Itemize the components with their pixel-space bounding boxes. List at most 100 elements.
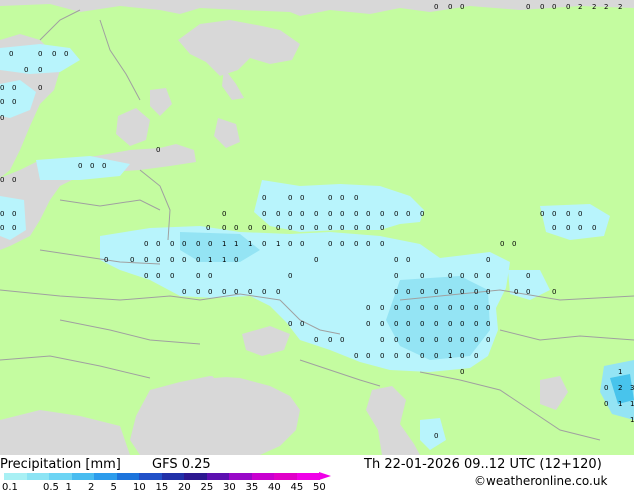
svg-text:0: 0: [314, 224, 318, 232]
svg-text:0: 0: [170, 256, 174, 264]
map-footer: Precipitation [mm] GFS 0.25 Th 22-01-202…: [0, 455, 634, 493]
svg-text:0: 0: [448, 3, 452, 11]
svg-text:0: 0: [434, 336, 438, 344]
svg-text:0: 0: [12, 224, 16, 232]
svg-text:0: 0: [566, 224, 570, 232]
svg-text:0: 0: [288, 272, 292, 280]
svg-text:0: 0: [604, 384, 608, 392]
svg-text:0: 0: [540, 210, 544, 218]
svg-text:0: 0: [328, 336, 332, 344]
legend-swatch: [161, 473, 185, 480]
svg-text:0: 0: [288, 194, 292, 202]
svg-text:0: 0: [262, 288, 266, 296]
svg-text:0: 0: [394, 304, 398, 312]
svg-text:0: 0: [222, 210, 226, 218]
svg-text:0: 0: [234, 224, 238, 232]
svg-text:0: 0: [486, 256, 490, 264]
svg-text:0: 0: [460, 352, 464, 360]
svg-text:0: 0: [366, 240, 370, 248]
svg-text:0: 0: [366, 224, 370, 232]
svg-text:0: 0: [340, 240, 344, 248]
legend-tick-label: 25: [200, 482, 214, 493]
legend-swatch: [116, 473, 140, 480]
svg-text:0: 0: [196, 288, 200, 296]
svg-text:0: 0: [420, 288, 424, 296]
legend-swatch: [139, 473, 162, 480]
svg-text:0: 0: [276, 224, 280, 232]
svg-text:0: 0: [38, 84, 42, 92]
svg-text:0: 0: [380, 320, 384, 328]
legend-tick-label: 0.1: [2, 482, 18, 493]
legend-swatch: [49, 473, 72, 480]
svg-text:0: 0: [406, 288, 410, 296]
svg-text:0: 0: [434, 304, 438, 312]
svg-text:1: 1: [222, 256, 226, 264]
svg-text:0: 0: [354, 224, 358, 232]
legend-swatch: [229, 473, 252, 480]
svg-text:0: 0: [434, 352, 438, 360]
svg-text:0: 0: [12, 176, 16, 184]
svg-text:0: 0: [196, 256, 200, 264]
svg-text:0: 0: [340, 224, 344, 232]
svg-text:0: 0: [0, 210, 4, 218]
svg-text:0: 0: [354, 352, 358, 360]
svg-text:0: 0: [328, 240, 332, 248]
svg-text:0: 0: [156, 146, 160, 154]
svg-text:0: 0: [434, 320, 438, 328]
svg-text:0: 0: [604, 400, 608, 408]
svg-text:0: 0: [486, 336, 490, 344]
svg-text:0: 0: [234, 256, 238, 264]
svg-text:0: 0: [552, 224, 556, 232]
svg-text:0: 0: [380, 336, 384, 344]
svg-text:0: 0: [394, 256, 398, 264]
svg-text:0: 0: [486, 320, 490, 328]
model-name: GFS 0.25: [152, 457, 211, 472]
svg-text:0: 0: [474, 272, 478, 280]
svg-text:0: 0: [354, 210, 358, 218]
svg-text:0: 0: [144, 240, 148, 248]
svg-text:0: 0: [366, 352, 370, 360]
svg-text:0: 0: [0, 84, 4, 92]
legend-swatch: [251, 473, 275, 480]
credit-link[interactable]: ©weatheronline.co.uk: [474, 474, 607, 488]
svg-text:0: 0: [104, 256, 108, 264]
svg-text:0: 0: [474, 288, 478, 296]
svg-text:0: 0: [182, 256, 186, 264]
svg-text:0: 0: [434, 288, 438, 296]
svg-text:0: 0: [208, 240, 212, 248]
svg-text:1: 1: [618, 400, 622, 408]
svg-text:1: 1: [618, 368, 622, 376]
legend-tick-label: 50: [313, 482, 326, 493]
svg-text:2: 2: [592, 3, 596, 11]
legend-tick-label: 15: [155, 482, 169, 493]
svg-text:0: 0: [448, 272, 452, 280]
svg-text:0: 0: [552, 210, 556, 218]
svg-text:0: 0: [64, 50, 68, 58]
svg-text:0: 0: [526, 288, 530, 296]
svg-text:0: 0: [0, 114, 4, 122]
legend-tick-label: 35: [245, 482, 259, 493]
svg-text:0: 0: [526, 3, 530, 11]
svg-text:1: 1: [276, 240, 280, 248]
svg-text:0: 0: [12, 210, 16, 218]
svg-text:0: 0: [366, 210, 370, 218]
svg-text:1: 1: [222, 240, 226, 248]
svg-text:0: 0: [300, 240, 304, 248]
svg-text:0: 0: [288, 224, 292, 232]
svg-text:0: 0: [170, 272, 174, 280]
svg-text:0: 0: [328, 224, 332, 232]
legend-swatch: [94, 473, 117, 480]
legend-swatch: [206, 473, 230, 480]
svg-text:0: 0: [340, 210, 344, 218]
svg-text:0: 0: [474, 320, 478, 328]
svg-text:0: 0: [0, 224, 4, 232]
svg-text:0: 0: [234, 288, 238, 296]
legend-swatch: [26, 473, 50, 480]
legend-swatch: [4, 473, 27, 480]
svg-text:0: 0: [486, 288, 490, 296]
svg-text:1: 1: [208, 256, 212, 264]
svg-text:0: 0: [394, 272, 398, 280]
svg-text:0: 0: [448, 336, 452, 344]
svg-text:0: 0: [406, 304, 410, 312]
legend-tick-label: 20: [178, 482, 191, 493]
